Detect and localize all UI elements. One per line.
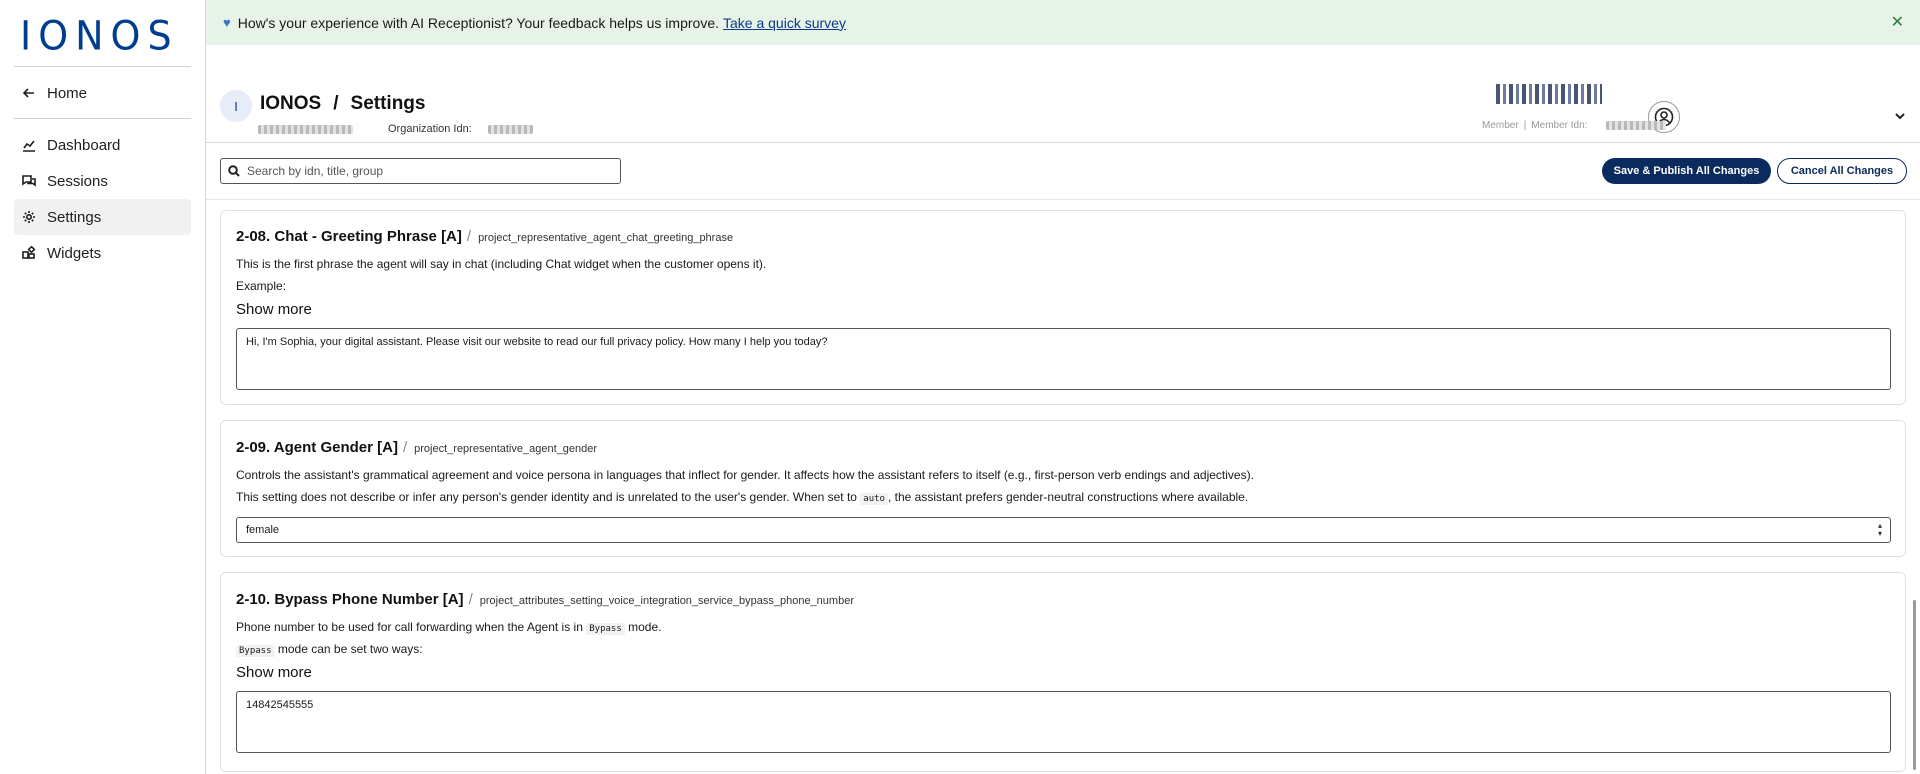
sidebar: IONOS Home Dashboard Sessions Settings W… xyxy=(0,0,206,774)
setting-description: This is the first phrase the agent will … xyxy=(236,257,767,271)
setting-key: project_representative_agent_gender xyxy=(414,443,597,455)
cancel-all-button[interactable]: Cancel All Changes xyxy=(1777,158,1907,184)
member-label: Member xyxy=(1482,120,1519,131)
inline-code: auto xyxy=(860,493,888,505)
setting-key: project_attributes_setting_voice_integra… xyxy=(479,595,854,607)
setting-description: Controls the assistant's grammatical agr… xyxy=(236,468,1254,482)
select-arrows-icon: ▴ ▾ xyxy=(1877,521,1882,538)
close-icon[interactable]: ✕ xyxy=(1891,12,1904,32)
toolbar-divider xyxy=(206,199,1920,200)
setting-title: 2-09. Agent Gender [A] / project_represent… xyxy=(236,439,597,456)
gear-icon xyxy=(22,210,36,224)
setting-description-note: Bypass mode can be set two ways: xyxy=(236,642,423,657)
desc-text: mode. xyxy=(628,620,662,634)
chevron-down-icon[interactable] xyxy=(1893,109,1907,123)
org-avatar: I xyxy=(220,90,252,122)
setting-title: 2-10. Bypass Phone Number [A] / project_at… xyxy=(236,591,854,608)
sidebar-item-label: Widgets xyxy=(47,244,102,262)
setting-title: 2-08. Chat - Greeting Phrase [A] / project… xyxy=(236,228,733,245)
user-name-redacted xyxy=(1496,84,1602,104)
sidebar-item-dashboard[interactable]: Dashboard xyxy=(14,127,191,163)
member-meta: Member | Member Idn: xyxy=(1482,120,1667,131)
setting-card-agent-gender: 2-09. Agent Gender [A] / project_represent… xyxy=(220,420,1906,557)
org-meta: Organization Idn: xyxy=(258,123,533,135)
breadcrumb-org[interactable]: IONOS xyxy=(260,93,321,114)
note-text: mode can be set two ways: xyxy=(277,642,423,656)
chart-line-icon xyxy=(22,138,36,152)
show-more-link[interactable]: Show more xyxy=(236,664,312,681)
sidebar-item-label: Sessions xyxy=(47,172,108,190)
sidebar-divider xyxy=(14,66,191,67)
sidebar-item-sessions[interactable]: Sessions xyxy=(14,163,191,199)
agent-gender-select[interactable]: female ▴ ▾ xyxy=(236,517,1891,543)
sidebar-item-settings[interactable]: Settings xyxy=(14,199,191,235)
bypass-phone-textarea[interactable]: 14842545555 xyxy=(236,691,1891,753)
feedback-banner: ♥ How's your experience with AI Receptio… xyxy=(206,0,1920,45)
select-value: female xyxy=(246,524,280,536)
sidebar-item-home[interactable]: Home xyxy=(14,75,191,111)
search-icon xyxy=(228,165,240,177)
inline-code: Bypass xyxy=(586,623,625,635)
org-idn-label: Organization Idn: xyxy=(388,123,472,135)
setting-description-note: This setting does not describe or infer … xyxy=(236,490,1249,505)
widgets-icon xyxy=(22,246,36,260)
sidebar-item-label: Home xyxy=(47,84,88,102)
inline-code: Bypass xyxy=(236,645,275,657)
save-publish-button[interactable]: Save & Publish All Changes xyxy=(1602,158,1771,184)
setting-key: project_representative_agent_chat_greeti… xyxy=(478,232,734,244)
breadcrumb-separator: / xyxy=(333,93,339,114)
sidebar-item-label: Settings xyxy=(47,208,102,226)
member-idn-redacted xyxy=(1606,121,1667,130)
chat-bubbles-icon xyxy=(22,174,36,188)
title-separator: / xyxy=(466,228,472,245)
ionos-logo[interactable]: IONOS xyxy=(20,13,179,59)
sidebar-divider xyxy=(14,118,191,119)
setting-card-bypass-phone: 2-10. Bypass Phone Number [A] / project_at… xyxy=(220,572,1906,772)
scrollbar[interactable] xyxy=(1913,600,1916,770)
sidebar-item-label: Dashboard xyxy=(47,136,121,154)
greeting-phrase-textarea[interactable]: Hi, I'm Sophia, your digital assistant. … xyxy=(236,328,1891,390)
title-separator: / xyxy=(468,591,473,608)
page-title: Settings xyxy=(350,93,426,114)
note-text: , the assistant prefers gender-neutral c… xyxy=(887,490,1249,504)
search-field[interactable] xyxy=(220,158,621,184)
desc-text: Phone number to be used for call forward… xyxy=(236,620,583,634)
search-input[interactable] xyxy=(247,164,607,178)
note-text: This setting does not describe or infer … xyxy=(236,490,857,504)
breadcrumb: IONOS / Settings xyxy=(260,93,425,115)
setting-title-text: 2-09. Agent Gender [A] xyxy=(236,439,398,456)
banner-text: How's your experience with AI Receptioni… xyxy=(237,14,719,31)
heart-icon: ♥ xyxy=(223,15,231,30)
org-email-redacted xyxy=(258,124,353,134)
setting-example-label: Example: xyxy=(236,279,287,293)
survey-link[interactable]: Take a quick survey xyxy=(723,15,846,31)
setting-card-chat-greeting: 2-08. Chat - Greeting Phrase [A] / project… xyxy=(220,210,1906,405)
setting-title-text: 2-10. Bypass Phone Number [A] xyxy=(236,591,464,608)
member-idn-label: Member Idn: xyxy=(1531,120,1588,131)
show-more-link[interactable]: Show more xyxy=(236,301,312,318)
setting-description: Phone number to be used for call forward… xyxy=(236,620,662,635)
title-separator: / xyxy=(402,439,408,456)
sidebar-item-widgets[interactable]: Widgets xyxy=(14,235,191,271)
org-idn-redacted xyxy=(487,124,533,134)
arrow-left-icon xyxy=(22,86,36,100)
setting-title-text: 2-08. Chat - Greeting Phrase [A] xyxy=(236,228,462,245)
